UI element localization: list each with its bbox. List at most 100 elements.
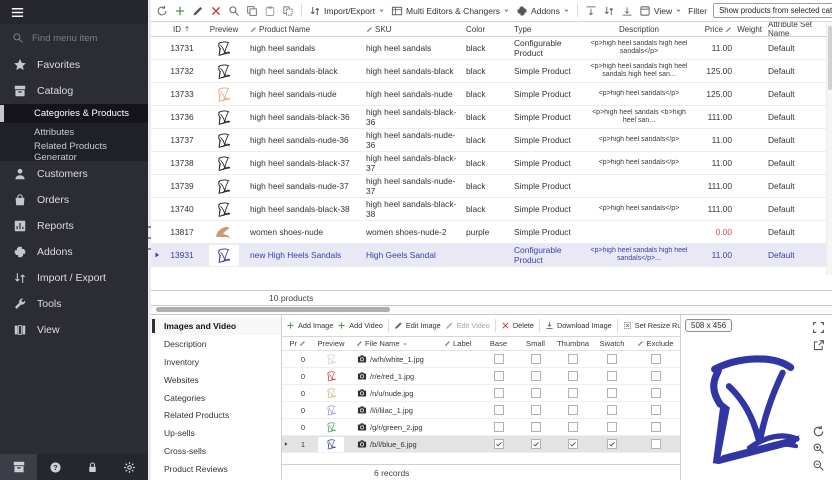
column-header-weight[interactable]: Weight — [735, 22, 765, 36]
swap-rows-button[interactable] — [603, 5, 615, 17]
add-video-button[interactable]: Add Video — [337, 321, 383, 330]
menu-addons[interactable]: Addons — [516, 5, 570, 17]
menu-view[interactable]: View — [639, 5, 682, 17]
product-row-13738[interactable]: 13738high heel sandals-black-37high heel… — [151, 152, 832, 175]
vertical-scrollbar[interactable] — [826, 23, 832, 275]
menu-import-export[interactable]: Import/Export — [309, 5, 385, 17]
checkbox-exclude[interactable] — [651, 405, 661, 415]
checkbox-exclude[interactable] — [651, 354, 661, 364]
column-header-description[interactable]: Description — [585, 22, 693, 36]
footer-button-store[interactable] — [0, 454, 37, 480]
copy-button[interactable] — [246, 5, 258, 17]
tab-related-products[interactable]: Related Products — [151, 406, 281, 424]
tab-description[interactable]: Description — [151, 335, 281, 353]
add-button[interactable] — [174, 5, 186, 17]
column-header-file-name[interactable]: File Name — [354, 337, 442, 350]
column-header-color[interactable]: Color — [463, 22, 511, 36]
open-external-icon[interactable] — [812, 339, 825, 357]
column-header-preview[interactable]: Preview — [308, 337, 354, 350]
zoom-out-icon[interactable] — [812, 459, 825, 477]
checkbox-thumbnail[interactable] — [568, 354, 578, 364]
sidebar-search[interactable] — [0, 24, 148, 52]
sidebar-item-addons[interactable]: Addons — [0, 239, 148, 265]
column-header-type[interactable]: Type — [511, 22, 585, 36]
column-header-price[interactable]: Price — [693, 22, 735, 36]
image-row-lilac_1.jpg[interactable]: 0/l/i/lilac_1.jpg — [282, 402, 680, 419]
column-header-pr[interactable]: Pr — [290, 337, 308, 350]
checkbox-thumbnail[interactable] — [568, 371, 578, 381]
column-header-swatch[interactable]: Swatch — [592, 337, 632, 350]
duplicate-button[interactable] — [282, 5, 294, 17]
product-row-13732[interactable]: 13732high heel sandals-blackhigh heel sa… — [151, 60, 832, 83]
menu-multi-editors[interactable]: Multi Editors & Changers — [391, 5, 510, 17]
sidebar-item-favorites[interactable]: Favorites — [0, 52, 148, 78]
scrollbar-thumb[interactable] — [828, 26, 832, 90]
add-image-button[interactable]: Add Image — [286, 321, 333, 330]
column-header-id[interactable]: ID — [163, 22, 201, 36]
sidebar-item-attributes[interactable]: Attributes — [0, 123, 148, 142]
column-header-attribute-set-name[interactable]: Attribute Set Name — [765, 22, 827, 36]
checkbox-small[interactable] — [531, 371, 541, 381]
checkbox-exclude[interactable] — [651, 422, 661, 432]
sidebar-item-tools[interactable]: Tools — [0, 291, 148, 317]
product-row-13740[interactable]: 13740high heel sandals-black-38high heel… — [151, 198, 832, 221]
checkbox-swatch[interactable] — [607, 388, 617, 398]
checkbox-swatch[interactable] — [607, 422, 617, 432]
column-header-base[interactable]: Base — [480, 337, 517, 350]
image-row-red_1.jpg[interactable]: 0/r/e/red_1.jpg — [282, 368, 680, 385]
footer-button-settings[interactable] — [123, 461, 136, 474]
download-image-button[interactable]: Download Image — [545, 321, 612, 330]
edit-image-button[interactable]: Edit Image — [394, 321, 441, 330]
category-filter-select[interactable]: Show products from selected categories — [713, 3, 832, 18]
checkbox-base[interactable] — [494, 439, 504, 449]
tab-up-sells[interactable]: Up-sells — [151, 424, 281, 442]
tab-images-and-video[interactable]: Images and Video — [151, 317, 281, 335]
checkbox-thumbnail[interactable] — [568, 439, 578, 449]
find-button[interactable] — [228, 5, 240, 17]
sidebar-item-related-products-generator[interactable]: Related Products Generator — [0, 142, 148, 161]
image-row-green_2.jpg[interactable]: 0/g/r/green_2.jpg — [282, 419, 680, 436]
checkbox-small[interactable] — [531, 439, 541, 449]
checkbox-thumbnail[interactable] — [568, 422, 578, 432]
sidebar-item-catalog[interactable]: Catalog — [0, 78, 148, 104]
image-row-blue_6.jpg[interactable]: 1/b/l/blue_6.jpg — [282, 436, 680, 453]
tab-inventory[interactable]: Inventory — [151, 353, 281, 371]
edit-button[interactable] — [192, 5, 204, 17]
column-header-small[interactable]: Small — [517, 337, 554, 350]
image-row-white_1.jpg[interactable]: 0/w/h/white_1.jpg — [282, 351, 680, 368]
sidebar-item-customers[interactable]: Customers — [0, 161, 148, 187]
checkbox-thumbnail[interactable] — [568, 388, 578, 398]
column-header-product-name[interactable]: Product Name — [247, 22, 363, 36]
column-header-preview[interactable]: Preview — [201, 22, 247, 36]
tab-cross-sells[interactable]: Cross-sells — [151, 442, 281, 460]
checkbox-swatch[interactable] — [607, 439, 617, 449]
sidebar-item-import-export[interactable]: Import / Export — [0, 265, 148, 291]
hamburger-menu-icon[interactable] — [10, 5, 25, 20]
product-row-13931[interactable]: 13931new High Heels SandalsHigh Geels Sa… — [151, 244, 832, 267]
checkbox-base[interactable] — [494, 371, 504, 381]
column-header-thumbna[interactable]: Thumbna — [554, 337, 592, 350]
tab-categories[interactable]: Categories — [151, 389, 281, 407]
product-row-13739[interactable]: 13739high heel sandals-nude-37high heel … — [151, 175, 832, 198]
sidebar-item-orders[interactable]: Orders — [0, 187, 148, 213]
menu-search-input[interactable] — [32, 33, 136, 44]
checkbox-base[interactable] — [494, 388, 504, 398]
delete-button[interactable]: Delete — [501, 321, 534, 330]
checkbox-base[interactable] — [494, 405, 504, 415]
delete-button[interactable] — [210, 5, 222, 17]
tab-websites[interactable]: Websites — [151, 371, 281, 389]
set-resize-rule-button[interactable]: Set Resize Rule — [623, 321, 680, 330]
panel-splitter-handle[interactable] — [148, 226, 151, 250]
checkbox-swatch[interactable] — [607, 405, 617, 415]
checkbox-exclude[interactable] — [651, 371, 661, 381]
sidebar-item-view[interactable]: View — [0, 317, 148, 343]
checkbox-base[interactable] — [494, 422, 504, 432]
rotate-image-icon[interactable] — [812, 425, 825, 443]
column-header-exclude[interactable]: Exclude — [632, 337, 679, 350]
expand-all-button[interactable] — [585, 5, 597, 17]
collapse-all-button[interactable] — [621, 5, 633, 17]
product-row-13737[interactable]: 13737high heel sandals-nude-36high heel … — [151, 129, 832, 152]
image-row-nude.jpg[interactable]: 0/n/u/nude.jpg — [282, 385, 680, 402]
checkbox-thumbnail[interactable] — [568, 405, 578, 415]
checkbox-swatch[interactable] — [607, 354, 617, 364]
